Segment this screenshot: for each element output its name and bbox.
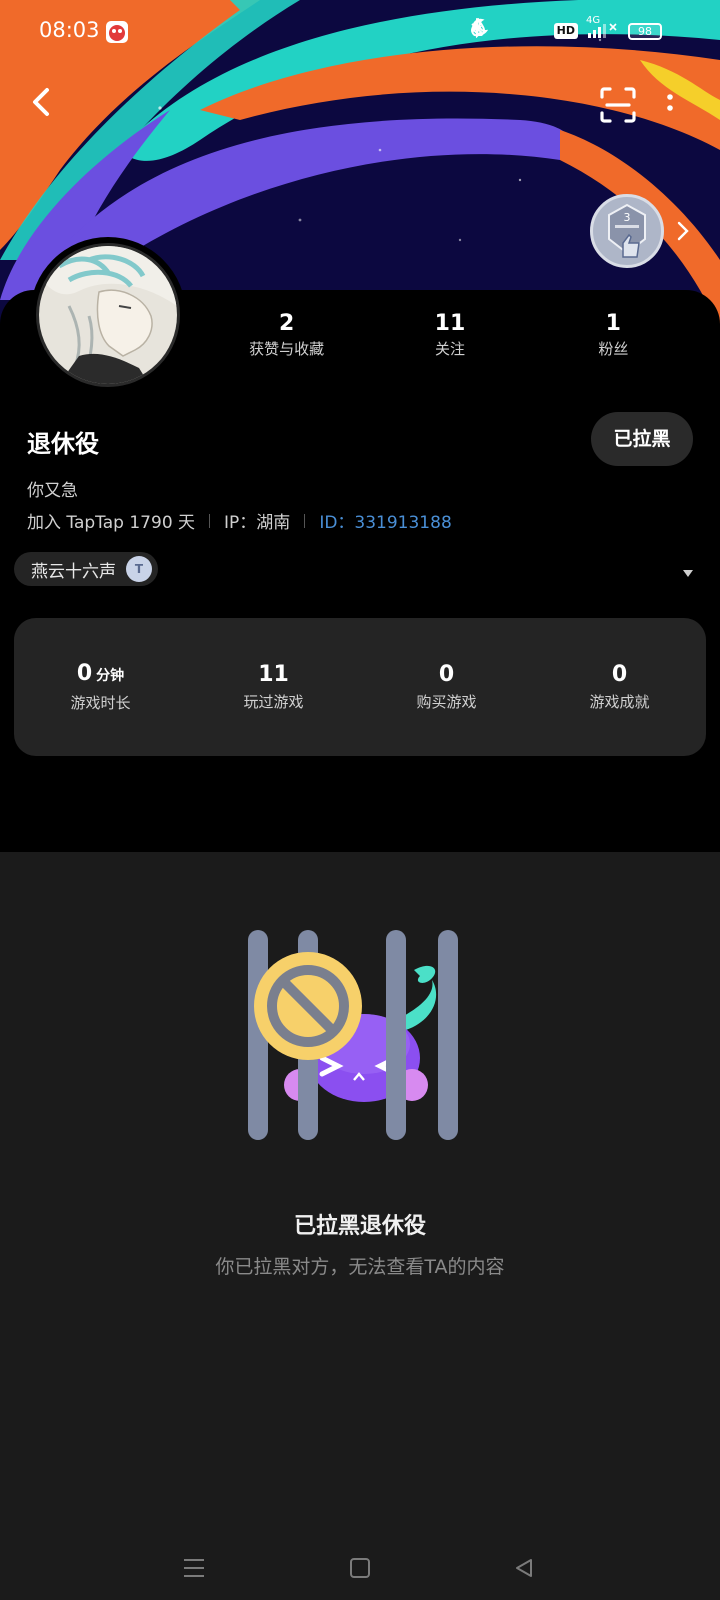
profile-stats: 2 获赞与收藏 11 关注 1 粉丝: [205, 310, 695, 360]
game-stat-value: 0: [438, 662, 455, 687]
game-stats-card: 0 分钟 游戏时长 11 玩过游戏 0 购买游戏 0 游戏成就: [14, 618, 706, 756]
more-button[interactable]: [662, 88, 678, 122]
home-button[interactable]: [340, 1548, 380, 1588]
user-meta: 加入 TapTap 1790 天 IP：湖南 ID：331913188: [27, 508, 452, 533]
menu-icon: [184, 1559, 204, 1577]
stat-label: 获赞与收藏: [249, 340, 325, 358]
more-vertical-icon: [667, 94, 673, 111]
user-name: 退休役: [27, 430, 99, 458]
caret-down-icon: [683, 570, 693, 577]
blocked-subtitle: 你已拉黑对方，无法查看TA的内容: [215, 1256, 505, 1278]
moon-icon: [472, 18, 518, 41]
status-bar: 08:03 HD 4G 98: [0, 0, 720, 64]
game-stat-achievements[interactable]: 0 游戏成就: [533, 660, 706, 714]
game-tag-label: 燕云十六声: [31, 561, 116, 582]
game-stat-unit: 分钟: [96, 668, 125, 684]
status-time: 08:03: [39, 18, 100, 42]
game-stat-value: 0: [611, 662, 628, 687]
stat-following[interactable]: 11 关注: [368, 310, 531, 360]
game-stat-played[interactable]: 11 玩过游戏: [187, 660, 360, 714]
stat-label: 关注: [434, 340, 465, 358]
hd-badge: HD: [553, 23, 578, 39]
divider: [304, 513, 306, 528]
thumbs-up-medal-icon: 3: [608, 203, 646, 258]
user-bio: 你又急: [27, 481, 78, 501]
avatar-image: [39, 246, 177, 384]
chevron-right-icon: [677, 221, 689, 241]
game-stat-label: 游戏成就: [589, 693, 650, 711]
bluetooth-icon: [470, 18, 546, 41]
battery-indicator: 98: [628, 22, 662, 40]
stat-fans[interactable]: 1 粉丝: [532, 310, 695, 360]
game-tag-chip[interactable]: 燕云十六声 T: [14, 552, 158, 586]
charging-icon: [471, 19, 690, 41]
signal-icon: 4G: [586, 15, 620, 41]
blocked-title: 已拉黑退休役: [293, 1214, 426, 1239]
taptap-level-icon: T: [126, 556, 152, 582]
stat-likes[interactable]: 2 获赞与收藏: [205, 310, 368, 360]
game-stat-label: 玩过游戏: [243, 693, 304, 711]
stat-value: 11: [434, 311, 466, 336]
user-id[interactable]: ID：331913188: [319, 508, 451, 533]
game-stat-playtime[interactable]: 0 分钟 游戏时长: [14, 659, 187, 715]
game-stat-value: 11: [258, 662, 289, 687]
system-navigation-bar: [0, 1540, 720, 1600]
avatar[interactable]: [36, 243, 180, 387]
stat-label: 粉丝: [598, 340, 629, 358]
game-stat-value: 0: [76, 661, 93, 686]
ip-location: IP：湖南: [224, 513, 291, 533]
chevron-left-icon: [33, 88, 49, 116]
divider: [209, 513, 211, 528]
triangle-back-icon: [516, 1559, 532, 1577]
game-stat-label: 游戏时长: [70, 694, 131, 712]
nav-back-button[interactable]: [504, 1548, 544, 1588]
square-icon: [350, 1558, 370, 1578]
game-stat-purchased[interactable]: 0 购买游戏: [360, 660, 533, 714]
stat-value: 1: [605, 311, 621, 336]
scan-icon: [600, 87, 636, 123]
blocked-illustration: [246, 930, 474, 1150]
game-stat-label: 购买游戏: [416, 693, 477, 711]
scan-button[interactable]: [598, 85, 638, 125]
blocked-button[interactable]: 已拉黑: [591, 412, 693, 466]
app-notification-icon: [106, 21, 128, 43]
medal-badge[interactable]: 3: [590, 194, 664, 268]
tag-dropdown-button[interactable]: [682, 563, 694, 577]
recent-apps-button[interactable]: [174, 1548, 214, 1588]
medal-level: 3: [624, 211, 631, 224]
back-button[interactable]: [22, 82, 62, 122]
stat-value: 2: [279, 311, 295, 336]
medal-arrow[interactable]: [674, 220, 692, 242]
join-days: 加入 TapTap 1790 天: [27, 513, 196, 533]
